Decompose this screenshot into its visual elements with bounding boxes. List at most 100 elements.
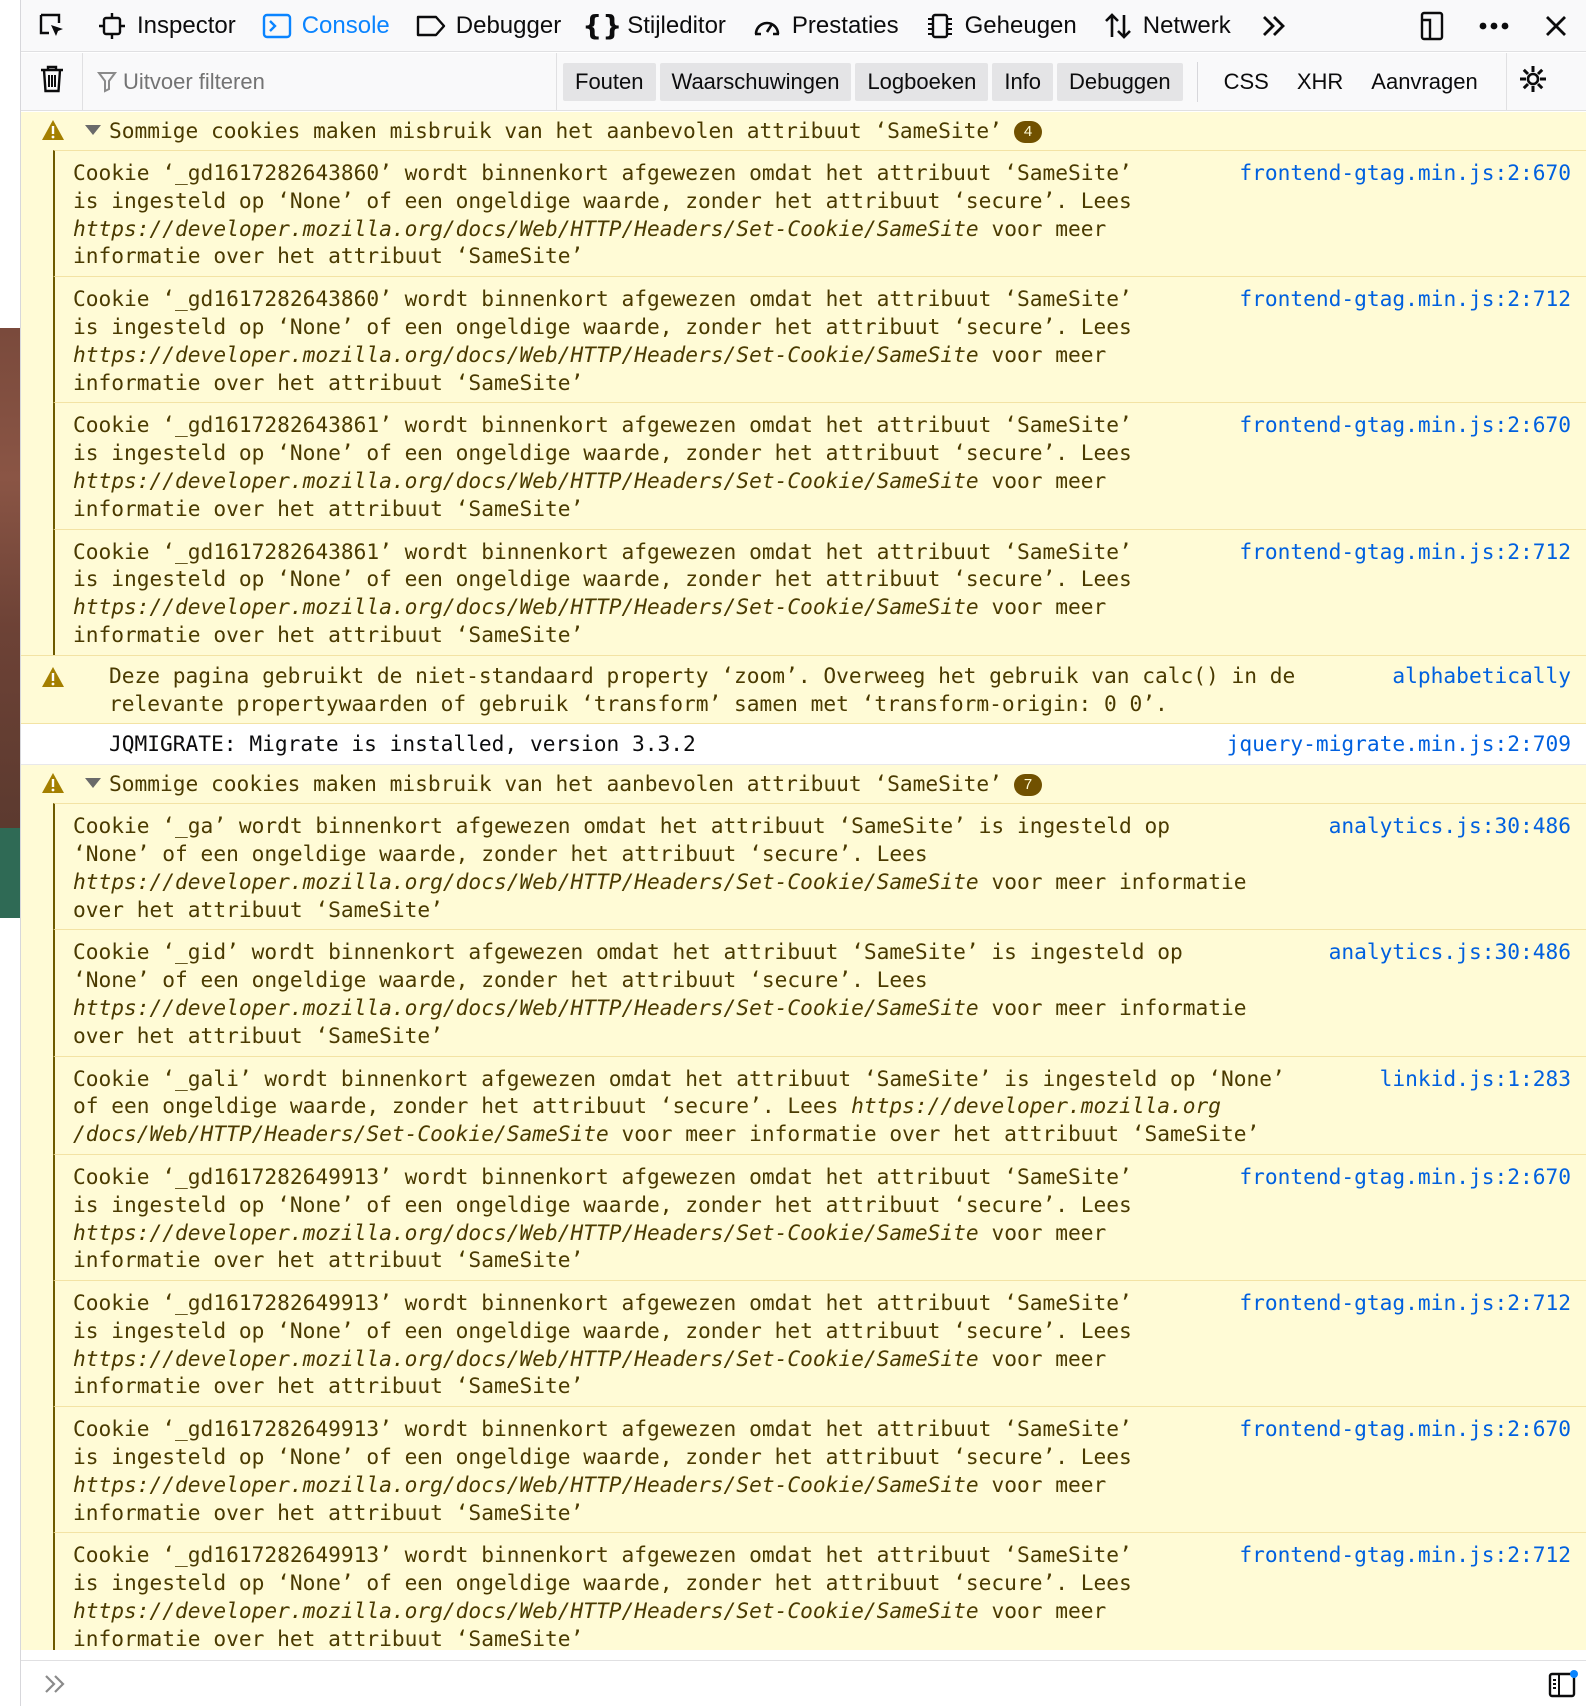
mdn-link[interactable]: https://developer.mozilla.org [851,1093,1221,1118]
message-line: informatie over het attribuut ‘SameSite’ [73,1373,584,1399]
mdn-link[interactable]: https://developer.mozilla.org/docs/Web/H… [73,1598,979,1623]
source-link[interactable]: frontend-gtag.min.js:2:670 [1239,159,1571,187]
mdn-link[interactable]: https://developer.mozilla.org/docs/Web/H… [73,342,979,367]
message-line: https://developer.mozilla.org/docs/Web/H… [73,341,1107,367]
message-line: is ingesteld op ‘None’ of een ongeldige … [73,1570,1132,1596]
element-picker-button[interactable] [21,0,83,52]
console-input[interactable] [21,1660,1586,1706]
message-line: https://developer.mozilla.org/docs/Web/H… [73,994,1247,1020]
responsive-design-icon [1415,9,1449,43]
responsive-design-button[interactable] [1401,0,1463,52]
warning-message: Cookie ‘_gd1617282643861’ wordt binnenko… [53,402,1586,529]
message-line: https://developer.mozilla.org/docs/Web/H… [73,868,1247,894]
filter-warnings-button[interactable]: Waarschuwingen [659,62,852,101]
filter-xhr-button[interactable]: XHR [1283,69,1357,95]
message-line: https://developer.mozilla.org/docs/Web/H… [73,1471,1107,1497]
ellipsis-icon [1477,9,1511,43]
source-link[interactable]: frontend-gtag.min.js:2:670 [1239,1415,1571,1443]
warning-group: Sommige cookies maken misbruik van het a… [21,112,1586,656]
more-tabs-button[interactable] [1243,0,1305,52]
mdn-link[interactable]: https://developer.mozilla.org/docs/Web/H… [73,1220,979,1245]
mdn-link[interactable]: https://developer.mozilla.org/docs/Web/H… [73,995,979,1020]
warning-group-header[interactable]: Sommige cookies maken misbruik van het a… [21,112,1586,150]
tab-debugger[interactable]: Debugger [402,0,573,52]
message-line: informatie over het attribuut ‘SameSite’ [73,1499,584,1525]
mdn-link[interactable]: https://developer.mozilla.org/docs/Web/H… [73,869,979,894]
warning-group-header[interactable]: Sommige cookies maken misbruik van het a… [21,765,1586,803]
close-devtools-button[interactable] [1525,0,1586,52]
more-options-button[interactable] [1463,0,1525,52]
source-link[interactable]: frontend-gtag.min.js:2:670 [1239,411,1571,439]
filter-logs-button[interactable]: Logboeken [855,62,989,101]
source-link[interactable]: jquery-migrate.min.js:2:709 [1227,730,1571,758]
source-link[interactable]: alphabetically [1392,662,1571,690]
message-line: is ingesteld op ‘None’ of een ongeldige … [73,1191,1132,1217]
filter-info-button[interactable]: Info [992,62,1054,101]
debugger-icon [414,9,448,43]
source-link[interactable]: frontend-gtag.min.js:2:712 [1239,1289,1571,1317]
source-link[interactable]: frontend-gtag.min.js:2:670 [1239,1163,1571,1191]
source-link[interactable]: analytics.js:30:486 [1329,812,1571,840]
console-settings-button[interactable] [1505,52,1560,111]
gear-icon [1518,64,1548,99]
page-background-strip [0,0,20,1706]
chevrons-right-icon [43,1673,67,1700]
source-link[interactable]: frontend-gtag.min.js:2:712 [1239,1541,1571,1569]
mdn-link[interactable]: https://developer.mozilla.org/docs/Web/H… [73,216,979,241]
source-link[interactable]: frontend-gtag.min.js:2:712 [1239,538,1571,566]
devtools-toolbar: Inspector Console Debugger {} Stijledito… [21,0,1586,52]
clear-console-button[interactable] [21,52,83,111]
page-image-green [0,828,20,918]
warning-icon [41,666,65,690]
tab-memory[interactable]: Geheugen [911,0,1089,52]
mdn-link[interactable]: https://developer.mozilla.org/docs/Web/H… [73,1346,979,1371]
source-link[interactable]: linkid.js:1:283 [1380,1065,1571,1093]
tab-style-editor[interactable]: {} Stijleditor [573,0,738,52]
warning-message: Cookie ‘_gd1617282649913’ wordt binnenko… [53,1280,1586,1407]
message-line: informatie over het attribuut ‘SameSite’ [73,369,584,395]
message-line: informatie over het attribuut ‘SameSite’ [73,495,584,521]
warning-message: Cookie ‘_gd1617282649913’ wordt binnenko… [53,1406,1586,1533]
filter-debug-button[interactable]: Debuggen [1057,62,1183,101]
chevron-down-icon[interactable] [85,778,101,789]
tab-inspector[interactable]: Inspector [83,0,248,52]
message-line: is ingesteld op ‘None’ of een ongeldige … [73,1444,1132,1470]
filter-errors-button[interactable]: Fouten [563,62,656,101]
network-icon [1101,9,1135,43]
message-line: is ingesteld op ‘None’ of een ongeldige … [73,313,1132,339]
inspector-icon [95,9,129,43]
chevron-down-icon[interactable] [85,125,101,135]
message-line: is ingesteld op ‘None’ of een ongeldige … [73,187,1132,213]
count-badge: 4 [1013,121,1043,144]
warning-message: Cookie ‘_gd1617282643860’ wordt binnenko… [53,276,1586,403]
message-line: https://developer.mozilla.org/docs/Web/H… [73,594,1107,620]
filter-requests-button[interactable]: Aanvragen [1357,69,1491,95]
filter-output-input[interactable]: Uitvoer filteren [83,52,557,111]
mdn-link[interactable]: https://developer.mozilla.org/docs/Web/H… [73,594,979,619]
console-output: Sommige cookies maken misbruik van het a… [21,112,1586,1650]
message-line: over het attribuut ‘SameSite’ [73,1022,443,1048]
console-filter-bar: Uitvoer filteren Fouten Waarschuwingen L… [21,52,1586,111]
filter-css-button[interactable]: CSS [1210,69,1283,95]
filter-placeholder: Uitvoer filteren [123,68,265,94]
tab-console[interactable]: Console [248,0,402,52]
group-title: Sommige cookies maken misbruik van het a… [109,771,1002,797]
mdn-link[interactable]: /docs/Web/HTTP/Headers/Set-Cookie/SameSi… [73,1121,609,1146]
tab-network[interactable]: Netwerk [1089,0,1243,52]
editor-mode-button[interactable] [1547,1669,1579,1704]
warning-message: Cookie ‘_gali’ wordt binnenkort afgeweze… [53,1055,1586,1154]
zoom-warning-message: Deze pagina gebruikt de niet-standaard p… [21,655,1586,725]
mdn-link[interactable]: https://developer.mozilla.org/docs/Web/H… [73,1472,979,1497]
message-line: https://developer.mozilla.org/docs/Web/H… [73,215,1107,241]
warning-message: Cookie ‘_ga’ wordt binnenkort afgewezen … [53,803,1586,930]
warning-message: Cookie ‘_gd1617282649913’ wordt binnenko… [53,1153,1586,1281]
warning-message: Cookie ‘_gd1617282643860’ wordt binnenko… [53,150,1586,277]
source-link[interactable]: analytics.js:30:486 [1329,938,1571,966]
mdn-link[interactable]: https://developer.mozilla.org/docs/Web/H… [73,468,979,493]
message-line: over het attribuut ‘SameSite’ [73,896,443,922]
divider [1196,61,1198,102]
warning-message: Cookie ‘_gid’ wordt binnenkort afgewezen… [53,929,1586,1056]
source-link[interactable]: frontend-gtag.min.js:2:712 [1239,285,1571,313]
message-line: ‘None’ of een ongeldige waarde, zonder h… [73,967,928,993]
tab-performance[interactable]: Prestaties [738,0,911,52]
